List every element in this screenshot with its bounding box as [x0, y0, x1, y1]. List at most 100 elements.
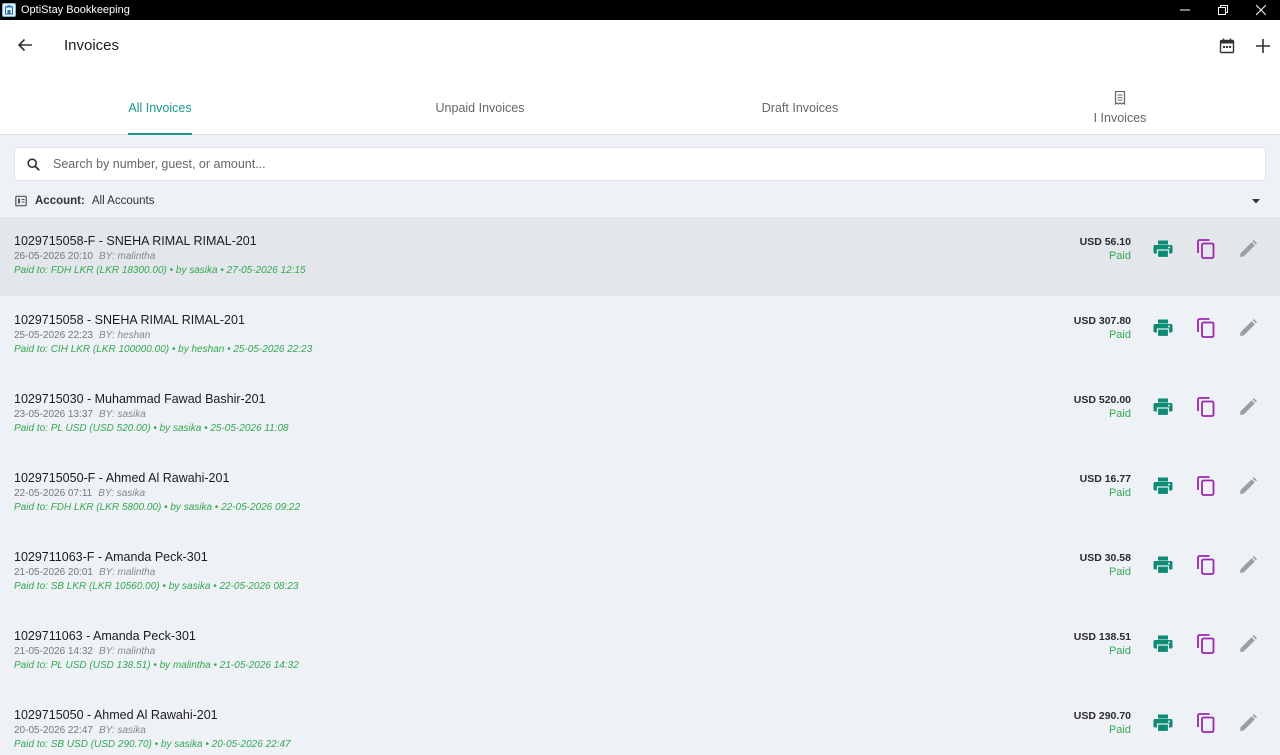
app-header: Invoices All Invoices Unpaid Invoices Dr… — [0, 20, 1280, 135]
minimize-icon — [1180, 9, 1190, 11]
account-filter[interactable]: Account: All Accounts — [14, 192, 1266, 210]
search-input[interactable] — [53, 157, 1153, 171]
tab-label: Draft Invoices — [761, 100, 839, 115]
edit-icon — [1240, 319, 1257, 336]
invoice-created-by: BY: heshan — [98, 330, 151, 341]
invoice-title: 1029715030 - Muhammad Fawad Bashir-201 — [14, 392, 266, 406]
restore-button[interactable] — [1204, 0, 1242, 20]
copy-button[interactable] — [1195, 475, 1217, 497]
back-button[interactable] — [14, 34, 36, 56]
invoice-payment-info: Paid to: SB LKR (LKR 10560.00) • by sasi… — [14, 581, 299, 592]
invoice-row[interactable]: 1029715058 - SNEHA RIMAL RIMAL-201 25-05… — [0, 296, 1280, 375]
window-titlebar: OptiStay Bookkeeping — [0, 0, 1280, 20]
print-button[interactable] — [1152, 238, 1174, 260]
edit-button[interactable] — [1237, 633, 1259, 655]
invoice-title: 1029715058 - SNEHA RIMAL RIMAL-201 — [14, 313, 245, 327]
print-button[interactable] — [1152, 633, 1174, 655]
invoice-amount: USD 138.51 — [1073, 631, 1131, 643]
copy-button[interactable] — [1195, 396, 1217, 418]
print-icon — [1153, 556, 1173, 574]
print-icon — [1153, 240, 1173, 258]
invoice-row[interactable]: 1029715050 - Ahmed Al Rawahi-201 20-05-2… — [0, 691, 1280, 755]
copy-button[interactable] — [1195, 554, 1217, 576]
invoice-status: Paid — [1108, 329, 1131, 341]
invoice-row[interactable]: 1029711063 - Amanda Peck-301 21-05-2026 … — [0, 612, 1280, 691]
print-button[interactable] — [1152, 554, 1174, 576]
copy-button[interactable] — [1195, 712, 1217, 734]
invoice-date: 21-05-2026 20:01 — [14, 567, 93, 578]
copy-icon — [1197, 397, 1215, 417]
invoice-status: Paid — [1108, 408, 1131, 420]
plus-icon — [1256, 39, 1270, 53]
invoice-meta: 23-05-2026 13:37 BY: sasika — [14, 409, 146, 420]
tab-label: I Invoices — [1093, 110, 1147, 125]
invoice-date: 23-05-2026 13:37 — [14, 409, 93, 420]
copy-icon — [1197, 318, 1215, 338]
close-button[interactable] — [1242, 0, 1280, 20]
invoice-date: 21-05-2026 14:32 — [14, 646, 93, 657]
edit-button[interactable] — [1237, 317, 1259, 339]
print-button[interactable] — [1152, 396, 1174, 418]
print-icon — [1153, 319, 1173, 337]
minimize-button[interactable] — [1166, 0, 1204, 20]
edit-button[interactable] — [1237, 238, 1259, 260]
invoice-created-by: BY: malintha — [98, 567, 156, 578]
tab-all-invoices[interactable]: All Invoices — [0, 80, 320, 135]
invoice-title: 1029711063 - Amanda Peck-301 — [14, 629, 196, 643]
hotel-logo-icon — [2, 3, 16, 17]
invoice-row[interactable]: 1029711063-F - Amanda Peck-301 21-05-202… — [0, 533, 1280, 612]
calendar-button[interactable] — [1216, 35, 1238, 57]
print-button[interactable] — [1152, 712, 1174, 734]
invoice-date: 25-05-2026 22:23 — [14, 330, 93, 341]
invoice-date: 22-05-2026 07:11 — [14, 488, 93, 499]
copy-button[interactable] — [1195, 633, 1217, 655]
invoice-payment-info: Paid to: SB USD (USD 290.70) • by sasika… — [14, 739, 291, 750]
invoice-amount: USD 56.10 — [1079, 236, 1131, 248]
tab-unpaid-invoices[interactable]: Unpaid Invoices — [320, 80, 640, 135]
copy-button[interactable] — [1195, 317, 1217, 339]
edit-icon — [1240, 635, 1257, 652]
invoice-status: Paid — [1108, 250, 1131, 262]
invoice-meta: 26-05-2026 20:10 BY: malintha — [14, 251, 155, 262]
restore-icon — [1218, 5, 1228, 15]
edit-icon — [1240, 477, 1257, 494]
dropdown-caret-icon[interactable] — [1250, 195, 1262, 207]
edit-icon — [1240, 714, 1257, 731]
invoice-status: Paid — [1108, 724, 1131, 736]
edit-button[interactable] — [1237, 475, 1259, 497]
copy-button[interactable] — [1195, 238, 1217, 260]
invoice-title: 1029715050-F - Ahmed Al Rawahi-201 — [14, 471, 230, 485]
copy-icon — [1197, 634, 1215, 654]
invoice-created-by: BY: malintha — [98, 251, 156, 262]
invoice-payment-info: Paid to: FDH LKR (LKR 5800.00) • by sasi… — [14, 502, 301, 513]
window-title: OptiStay Bookkeeping — [21, 4, 130, 16]
invoice-amount: USD 30.58 — [1079, 552, 1131, 564]
invoice-row[interactable]: 1029715030 - Muhammad Fawad Bashir-201 2… — [0, 375, 1280, 454]
edit-icon — [1240, 398, 1257, 415]
print-button[interactable] — [1152, 317, 1174, 339]
invoice-row[interactable]: 1029715050-F - Ahmed Al Rawahi-201 22-05… — [0, 454, 1280, 533]
add-invoice-button[interactable] — [1252, 35, 1274, 57]
edit-button[interactable] — [1237, 712, 1259, 734]
search-bar[interactable] — [14, 147, 1266, 181]
invoice-meta: 20-05-2026 22:47 BY: sasika — [14, 725, 146, 736]
copy-icon — [1197, 239, 1215, 259]
invoice-amount: USD 307.80 — [1073, 315, 1131, 327]
invoice-payment-info: Paid to: CIH LKR (LKR 100000.00) • by he… — [14, 344, 313, 355]
print-icon — [1153, 635, 1173, 653]
invoice-status: Paid — [1108, 566, 1131, 578]
edit-icon — [1240, 240, 1257, 257]
invoice-meta: 25-05-2026 22:23 BY: heshan — [14, 330, 150, 341]
active-tab-indicator — [128, 133, 192, 135]
tab-draft-invoices[interactable]: Draft Invoices — [640, 80, 960, 135]
invoice-amount: USD 16.77 — [1079, 473, 1131, 485]
print-button[interactable] — [1152, 475, 1174, 497]
invoice-row[interactable]: 1029715058-F - SNEHA RIMAL RIMAL-201 26-… — [0, 217, 1280, 296]
edit-button[interactable] — [1237, 554, 1259, 576]
invoice-created-by: BY: sasika — [98, 409, 146, 420]
tab-i-invoices[interactable]: I Invoices — [960, 80, 1280, 135]
calendar-icon — [1219, 38, 1235, 54]
edit-button[interactable] — [1237, 396, 1259, 418]
invoice-payment-info: Paid to: PL USD (USD 520.00) • by sasika… — [14, 423, 289, 434]
receipt-icon — [1114, 90, 1126, 105]
